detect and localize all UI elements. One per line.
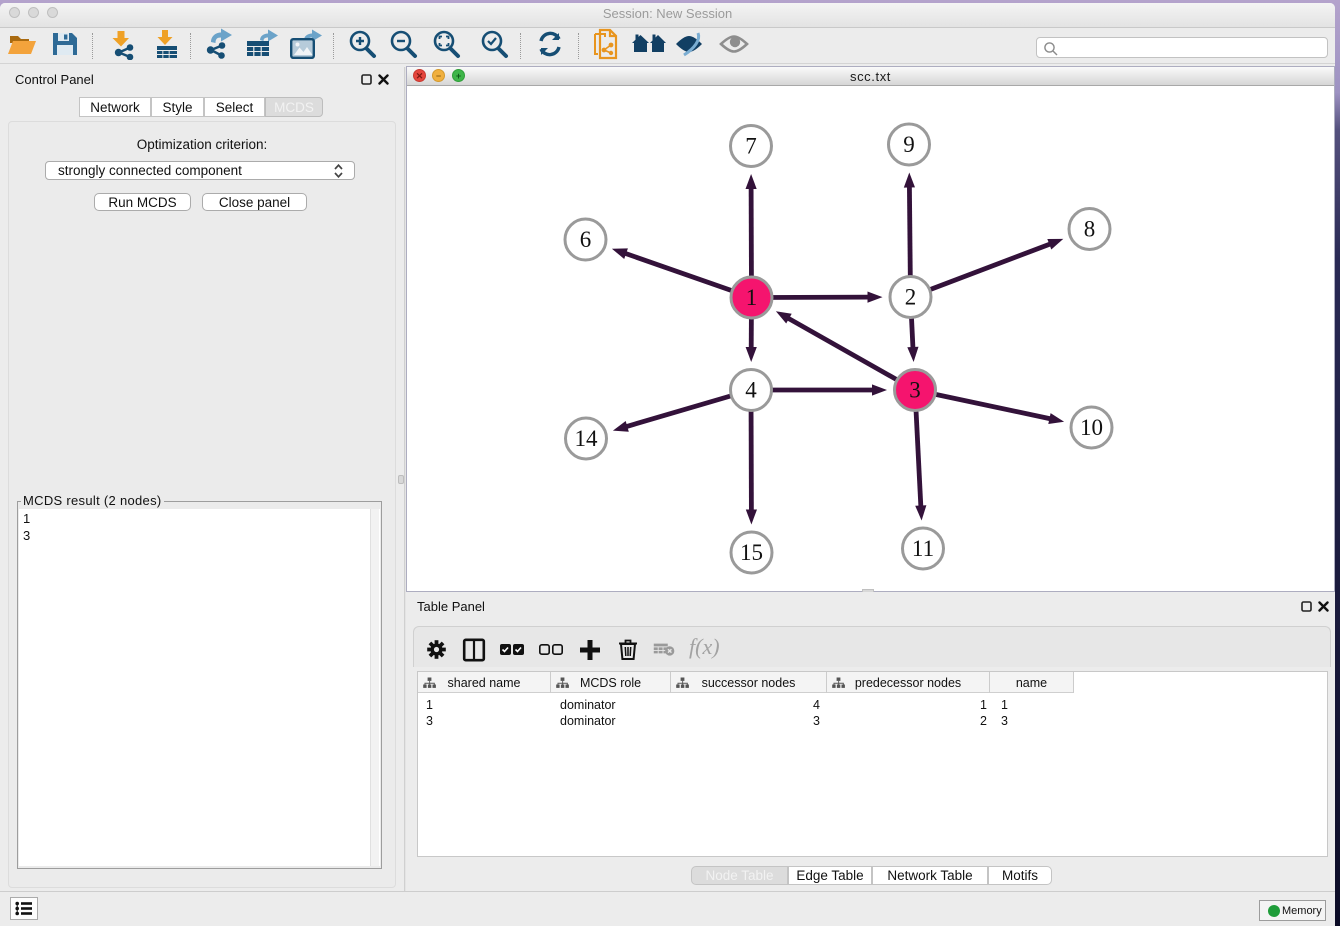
svg-text:10: 10 (1080, 415, 1103, 440)
svg-text:3: 3 (909, 378, 921, 403)
svg-text:2: 2 (905, 285, 917, 310)
svg-text:15: 15 (740, 540, 763, 565)
svg-text:8: 8 (1084, 217, 1096, 242)
svg-text:11: 11 (912, 536, 934, 561)
svg-text:6: 6 (580, 227, 592, 252)
svg-text:9: 9 (903, 132, 915, 157)
svg-text:1: 1 (746, 285, 758, 310)
svg-text:7: 7 (745, 134, 757, 159)
svg-text:14: 14 (575, 426, 599, 451)
svg-text:4: 4 (745, 378, 757, 403)
